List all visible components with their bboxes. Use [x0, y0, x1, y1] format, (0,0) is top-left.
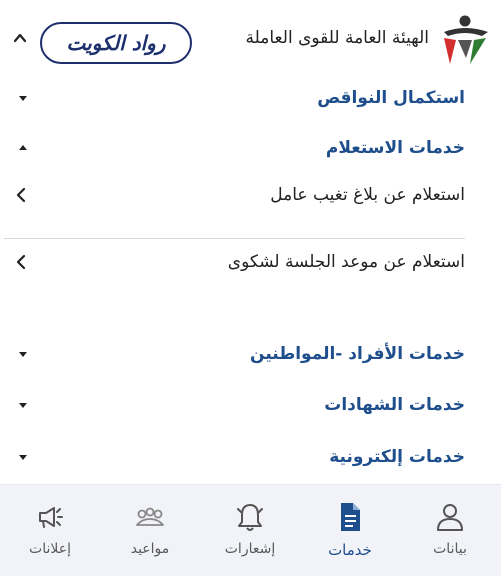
section-electronic-services[interactable]: خدمات إلكترونية	[0, 437, 501, 477]
chevron-left-icon	[16, 254, 26, 270]
item-label: استعلام عن بلاغ تغيب عامل	[270, 185, 465, 205]
org-logo-icon	[444, 15, 488, 64]
chevron-left-icon	[16, 187, 26, 203]
caret-up-icon	[19, 145, 27, 150]
app-header: الهيئة العامة للقوى العاملة رواد الكويت	[0, 0, 501, 80]
section-label: استكمال النواقص	[317, 88, 465, 108]
nav-label: إعلانات	[29, 541, 71, 557]
bottom-nav: بيانات خدمات إشعارات مواعيد إعلانات	[0, 484, 501, 576]
divider	[4, 238, 465, 239]
nav-label: مواعيد	[130, 541, 170, 557]
section-individual-services[interactable]: خدمات الأفراد -المواطنين	[0, 334, 501, 374]
section-label: خدمات الأفراد -المواطنين	[250, 344, 465, 364]
megaphone-icon	[39, 507, 63, 528]
caret-down-icon	[19, 96, 27, 101]
caret-down-icon	[19, 455, 27, 460]
user-icon	[437, 504, 463, 531]
section-label: خدمات الاستعلام	[325, 138, 465, 158]
group-icon	[136, 507, 164, 526]
nav-label: خدمات	[328, 541, 372, 559]
section-label: خدمات الشهادات	[324, 395, 465, 415]
document-icon	[341, 503, 360, 531]
nav-label: إشعارات	[224, 541, 276, 557]
brand-logo: رواد الكويت	[40, 22, 192, 64]
item-inquiry-session[interactable]: استعلام عن موعد الجلسة لشكوى	[0, 242, 501, 282]
section-certificate-services[interactable]: خدمات الشهادات	[0, 385, 501, 425]
org-title: الهيئة العامة للقوى العاملة	[245, 28, 429, 48]
nav-data[interactable]: بيانات	[400, 485, 500, 576]
nav-appointments[interactable]: مواعيد	[100, 485, 200, 576]
item-label: استعلام عن موعد الجلسة لشكوى	[227, 252, 465, 272]
section-inquiry-services[interactable]: خدمات الاستعلام	[0, 128, 501, 168]
section-incomplete[interactable]: استكمال النواقص	[0, 78, 501, 118]
section-label: خدمات إلكترونية	[329, 447, 465, 467]
chevron-up-icon[interactable]	[12, 30, 28, 46]
caret-down-icon	[19, 403, 27, 408]
nav-announcements[interactable]: إعلانات	[0, 485, 100, 576]
bell-icon	[237, 504, 263, 531]
nav-services[interactable]: خدمات	[300, 485, 400, 576]
caret-down-icon	[19, 352, 27, 357]
nav-notifications[interactable]: إشعارات	[200, 485, 300, 576]
item-inquiry-absence[interactable]: استعلام عن بلاغ تغيب عامل	[0, 175, 501, 215]
nav-label: بيانات	[433, 541, 467, 557]
